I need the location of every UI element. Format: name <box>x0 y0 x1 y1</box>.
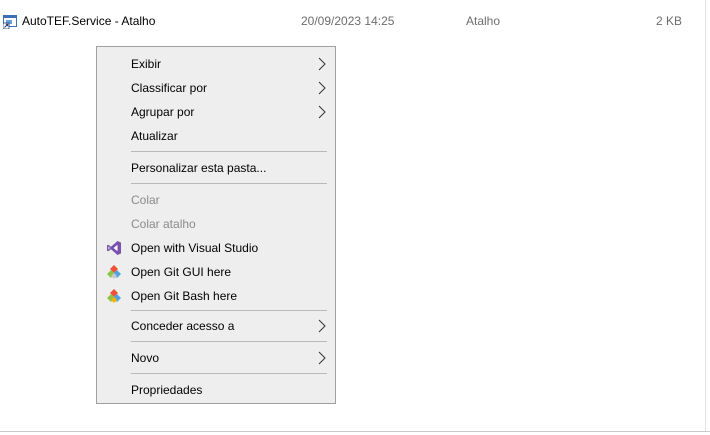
pane-bottom-border <box>0 431 710 432</box>
menu-item-atualizar[interactable]: Atualizar <box>97 124 335 148</box>
chevron-right-icon <box>318 57 326 71</box>
chevron-right-icon <box>318 319 326 333</box>
menu-item-open-visual-studio[interactable]: Open with Visual Studio <box>97 236 335 260</box>
menu-item-personalizar-pasta[interactable]: Personalizar esta pasta... <box>97 156 335 180</box>
file-row[interactable]: AutoTEF.Service - Atalho 20/09/2023 14:2… <box>0 9 710 33</box>
file-type: Atalho <box>466 14 501 28</box>
shortcut-icon <box>3 15 17 29</box>
pane-divider <box>705 0 706 432</box>
context-menu: Exibir Classificar por Agrupar por Atual… <box>96 46 336 404</box>
menu-item-label: Colar atalho <box>131 217 196 231</box>
menu-item-label: Open with Visual Studio <box>131 241 259 255</box>
menu-item-label: Agrupar por <box>131 105 195 119</box>
chevron-right-icon <box>318 351 326 365</box>
menu-item-exibir[interactable]: Exibir <box>97 52 335 76</box>
chevron-right-icon <box>318 105 326 119</box>
menu-item-label: Novo <box>131 351 160 365</box>
menu-item-colar: Colar <box>97 188 335 212</box>
menu-item-colar-atalho: Colar atalho <box>97 212 335 236</box>
visual-studio-icon <box>107 241 121 255</box>
file-date-modified: 20/09/2023 14:25 <box>301 14 395 28</box>
menu-item-propriedades[interactable]: Propriedades <box>97 378 335 402</box>
menu-item-conceder-acesso[interactable]: Conceder acesso a <box>97 314 335 338</box>
menu-item-label: Open Git GUI here <box>131 265 232 279</box>
menu-item-agrupar-por[interactable]: Agrupar por <box>97 100 335 124</box>
menu-separator <box>131 341 327 342</box>
menu-item-novo[interactable]: Novo <box>97 346 335 370</box>
menu-separator <box>131 373 327 374</box>
menu-item-label: Colar <box>131 193 160 207</box>
menu-item-open-git-bash[interactable]: Open Git Bash here <box>97 284 335 308</box>
menu-item-label: Exibir <box>131 57 162 71</box>
menu-item-label: Propriedades <box>131 383 203 397</box>
git-gui-icon <box>107 265 121 279</box>
file-explorer-window: AutoTEF.Service - Atalho 20/09/2023 14:2… <box>0 0 710 435</box>
menu-separator <box>131 151 327 152</box>
menu-item-label: Personalizar esta pasta... <box>131 161 267 175</box>
file-name[interactable]: AutoTEF.Service - Atalho <box>22 14 155 28</box>
menu-separator <box>131 310 327 311</box>
file-size: 2 KB <box>655 14 682 28</box>
menu-item-classificar-por[interactable]: Classificar por <box>97 76 335 100</box>
menu-item-label: Atualizar <box>131 129 178 143</box>
chevron-right-icon <box>318 81 326 95</box>
menu-item-label: Conceder acesso a <box>131 319 235 333</box>
menu-item-label: Classificar por <box>131 81 208 95</box>
menu-item-label: Open Git Bash here <box>131 289 238 303</box>
menu-item-open-git-gui[interactable]: Open Git GUI here <box>97 260 335 284</box>
git-bash-icon <box>107 289 121 303</box>
menu-separator <box>131 183 327 184</box>
